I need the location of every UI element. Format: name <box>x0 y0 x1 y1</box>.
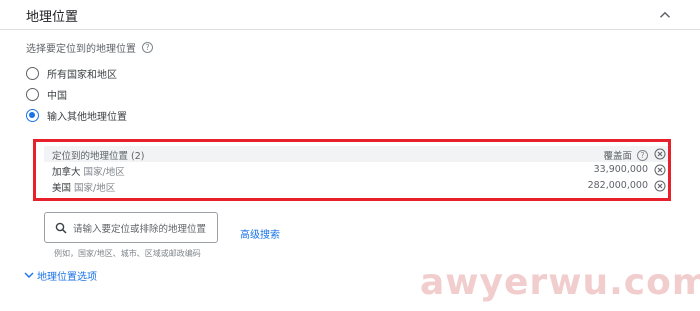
prompt-text: 选择要定位到的地理位置 <box>26 44 136 55</box>
chevron-down-icon <box>24 272 34 278</box>
location-options-toggle[interactable]: 地理位置选项 <box>24 268 97 282</box>
location-name: 加拿大 国家/地区 <box>52 164 125 178</box>
search-hint: 例如，国家/地区、城市、区域或邮政编码 <box>54 249 201 258</box>
search-icon <box>55 222 67 234</box>
geo-location-panel: 地理位置 选择要定位到的地理位置 ? 所有国家和地区 中国 输入其他地理位置 定… <box>0 0 700 290</box>
options-label: 地理位置选项 <box>37 271 97 283</box>
radio-label: 中国 <box>47 91 67 102</box>
location-type: 国家/地区 <box>83 167 125 178</box>
table-header: 定位到的地理位置 (2) 覆盖面 ? <box>44 146 668 162</box>
table-row: 美国 国家/地区 282,000,000 <box>44 178 668 194</box>
radio-label: 输入其他地理位置 <box>47 112 127 123</box>
panel-title: 地理位置 <box>26 10 79 25</box>
radio-other-location[interactable]: 输入其他地理位置 <box>26 108 127 123</box>
watermark-logo: awyerwu.com <box>420 262 700 303</box>
reach-label: 覆盖面 <box>603 151 632 162</box>
location-reach: 282,000,000 <box>587 180 648 191</box>
help-icon[interactable]: ? <box>637 149 648 161</box>
search-placeholder: 请输入要定位或排除的地理位置 <box>73 223 207 235</box>
remove-icon[interactable] <box>654 180 666 192</box>
location-type: 国家/地区 <box>74 183 116 194</box>
location-reach: 33,900,000 <box>593 164 648 175</box>
header-reach: 覆盖面 ? <box>603 148 648 162</box>
header-name: 定位到的地理位置 (2) <box>52 151 145 162</box>
location-search-input[interactable]: 请输入要定位或排除的地理位置 <box>44 212 218 243</box>
location-name-text: 加拿大 <box>52 167 81 178</box>
radio-all-countries[interactable]: 所有国家和地区 <box>26 66 117 81</box>
panel-header: 地理位置 <box>0 0 700 30</box>
radio-circle[interactable] <box>26 67 39 80</box>
location-name-text: 美国 <box>52 183 72 194</box>
help-icon[interactable]: ? <box>142 42 153 53</box>
radio-label: 所有国家和地区 <box>47 70 117 81</box>
advanced-search-link[interactable]: 高级搜索 <box>240 226 280 241</box>
radio-circle[interactable] <box>26 88 39 101</box>
targeted-locations-table: 定位到的地理位置 (2) 覆盖面 ? 加拿大 国家/地区 33,900,000 美… <box>44 146 668 194</box>
remove-all-icon[interactable] <box>654 148 666 160</box>
chevron-up-icon[interactable] <box>656 6 674 24</box>
remove-icon[interactable] <box>654 164 666 176</box>
radio-circle-selected[interactable] <box>26 109 39 122</box>
location-name: 美国 国家/地区 <box>52 180 115 194</box>
radio-china[interactable]: 中国 <box>26 87 67 102</box>
prompt: 选择要定位到的地理位置 ? <box>26 40 153 55</box>
table-row: 加拿大 国家/地区 33,900,000 <box>44 162 668 178</box>
